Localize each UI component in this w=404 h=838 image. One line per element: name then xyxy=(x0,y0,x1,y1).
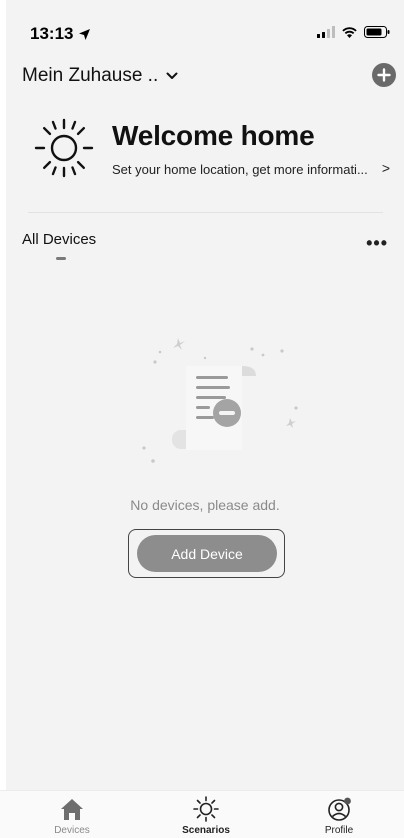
location-arrow-icon xyxy=(79,28,91,40)
sun-icon xyxy=(193,796,219,822)
section-divider xyxy=(28,212,383,213)
home-icon xyxy=(61,799,83,820)
add-home-button[interactable] xyxy=(372,63,396,87)
bottom-nav: Devices Scenarios Profile xyxy=(0,790,404,838)
sun-icon xyxy=(34,118,94,178)
nav-item-scenarios[interactable]: Scenarios xyxy=(161,795,251,836)
home-selector[interactable]: Mein Zuhause .. xyxy=(22,65,178,87)
empty-document-icon xyxy=(142,338,298,463)
nav-label-scenarios: Scenarios xyxy=(182,825,230,836)
chevron-right-icon: > xyxy=(381,160,390,176)
nav-item-devices[interactable]: Devices xyxy=(27,795,117,836)
battery-icon xyxy=(364,26,390,38)
nav-item-profile[interactable]: Profile xyxy=(294,795,384,836)
status-bar: 13:13 xyxy=(6,0,404,50)
nav-label-devices: Devices xyxy=(54,825,90,836)
tab-indicator xyxy=(56,257,66,260)
profile-icon xyxy=(328,797,351,821)
add-device-highlight: Add Device xyxy=(128,529,285,578)
tab-all-devices[interactable]: All Devices xyxy=(22,231,96,248)
wifi-icon xyxy=(342,27,357,38)
welcome-banner[interactable]: Welcome home Set your home location, get… xyxy=(32,116,392,186)
more-options-button[interactable]: ••• xyxy=(366,233,388,254)
chevron-down-icon xyxy=(166,72,178,79)
signal-icon xyxy=(317,26,335,38)
nav-label-profile: Profile xyxy=(324,825,354,836)
welcome-subtitle: Set your home location, get more informa… xyxy=(112,162,368,177)
home-name-label: Mein Zuhause .. xyxy=(22,65,159,86)
empty-state-message: No devices, please add. xyxy=(130,497,280,513)
add-device-button[interactable]: Add Device xyxy=(137,535,277,572)
status-time: 13:13 xyxy=(30,24,91,44)
time-text: 13:13 xyxy=(30,24,74,43)
status-icons xyxy=(317,26,390,38)
home-header: Mein Zuhause .. xyxy=(22,63,396,91)
welcome-title: Welcome home xyxy=(112,120,315,151)
app-screen: 13:13 Mein Zuhause .. Welcome home Set y… xyxy=(6,0,404,790)
plus-icon xyxy=(377,68,391,82)
